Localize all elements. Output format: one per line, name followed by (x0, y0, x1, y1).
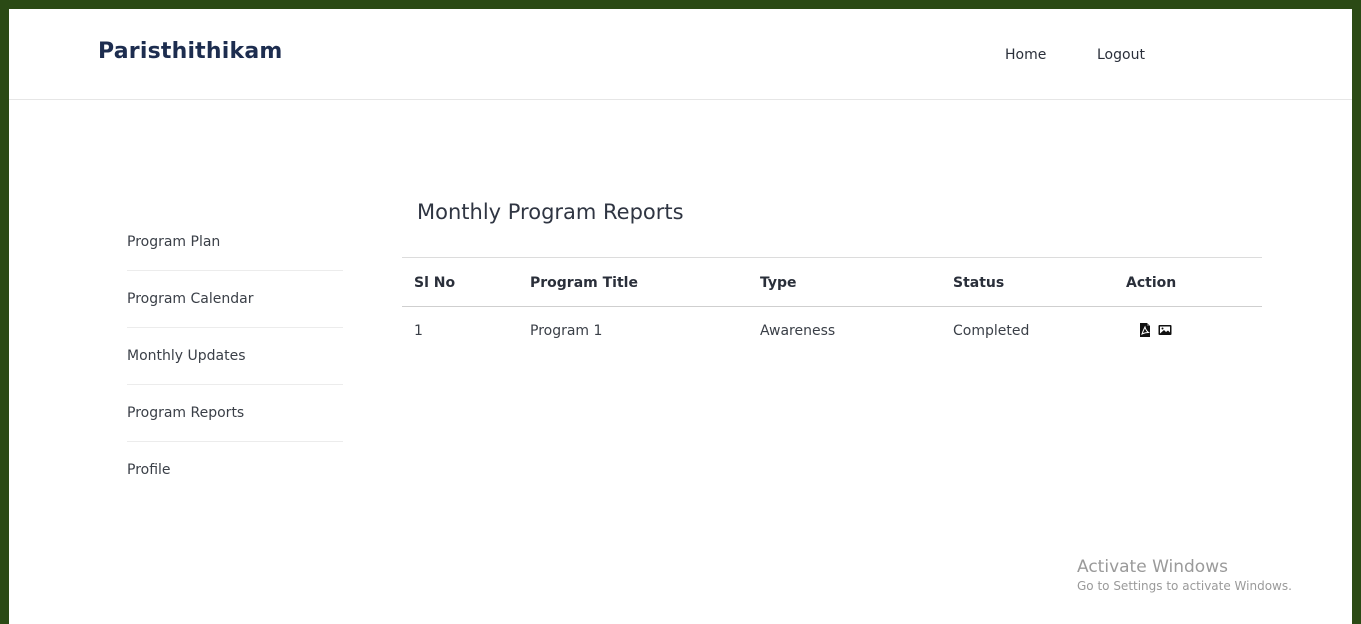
page-title: Monthly Program Reports (417, 200, 684, 224)
nav-logout-link[interactable]: Logout (1097, 47, 1145, 63)
windows-activation-watermark: Activate Windows Go to Settings to activ… (1077, 557, 1292, 593)
cell-program-title: Program 1 (530, 323, 603, 339)
watermark-title: Activate Windows (1077, 557, 1228, 577)
sidebar-item-monthly-updates[interactable]: Monthly Updates (127, 328, 343, 385)
brand-logo[interactable]: Paristhithikam (98, 39, 283, 64)
table-row: 1 Program 1 Awareness Completed (402, 307, 1262, 355)
table-header-row: Sl No Program Title Type Status Action (402, 258, 1262, 307)
cell-sl-no: 1 (414, 323, 423, 339)
reports-table: Sl No Program Title Type Status Action 1… (402, 257, 1262, 355)
sidebar-item-program-plan[interactable]: Program Plan (127, 214, 343, 271)
cell-type: Awareness (760, 323, 836, 339)
cell-actions (1138, 323, 1172, 337)
sidebar-item-program-reports[interactable]: Program Reports (127, 385, 343, 442)
sidebar-item-profile[interactable]: Profile (127, 442, 343, 499)
sidebar-item-program-calendar[interactable]: Program Calendar (127, 271, 343, 328)
header-sl-no: Sl No (414, 275, 456, 291)
sidebar: Program Plan Program Calendar Monthly Up… (127, 214, 343, 499)
top-navbar: Paristhithikam Home Logout (9, 9, 1352, 100)
watermark-subtitle: Go to Settings to activate Windows. (1077, 579, 1292, 593)
app-frame: Paristhithikam Home Logout Program Plan … (9, 9, 1352, 624)
header-program-title: Program Title (530, 275, 638, 291)
image-icon[interactable] (1158, 323, 1172, 337)
header-status: Status (953, 275, 1005, 291)
pdf-icon[interactable] (1138, 323, 1152, 337)
nav-home-link[interactable]: Home (1005, 47, 1046, 63)
header-action: Action (1126, 275, 1177, 291)
cell-status: Completed (953, 323, 1030, 339)
header-type: Type (760, 275, 797, 291)
